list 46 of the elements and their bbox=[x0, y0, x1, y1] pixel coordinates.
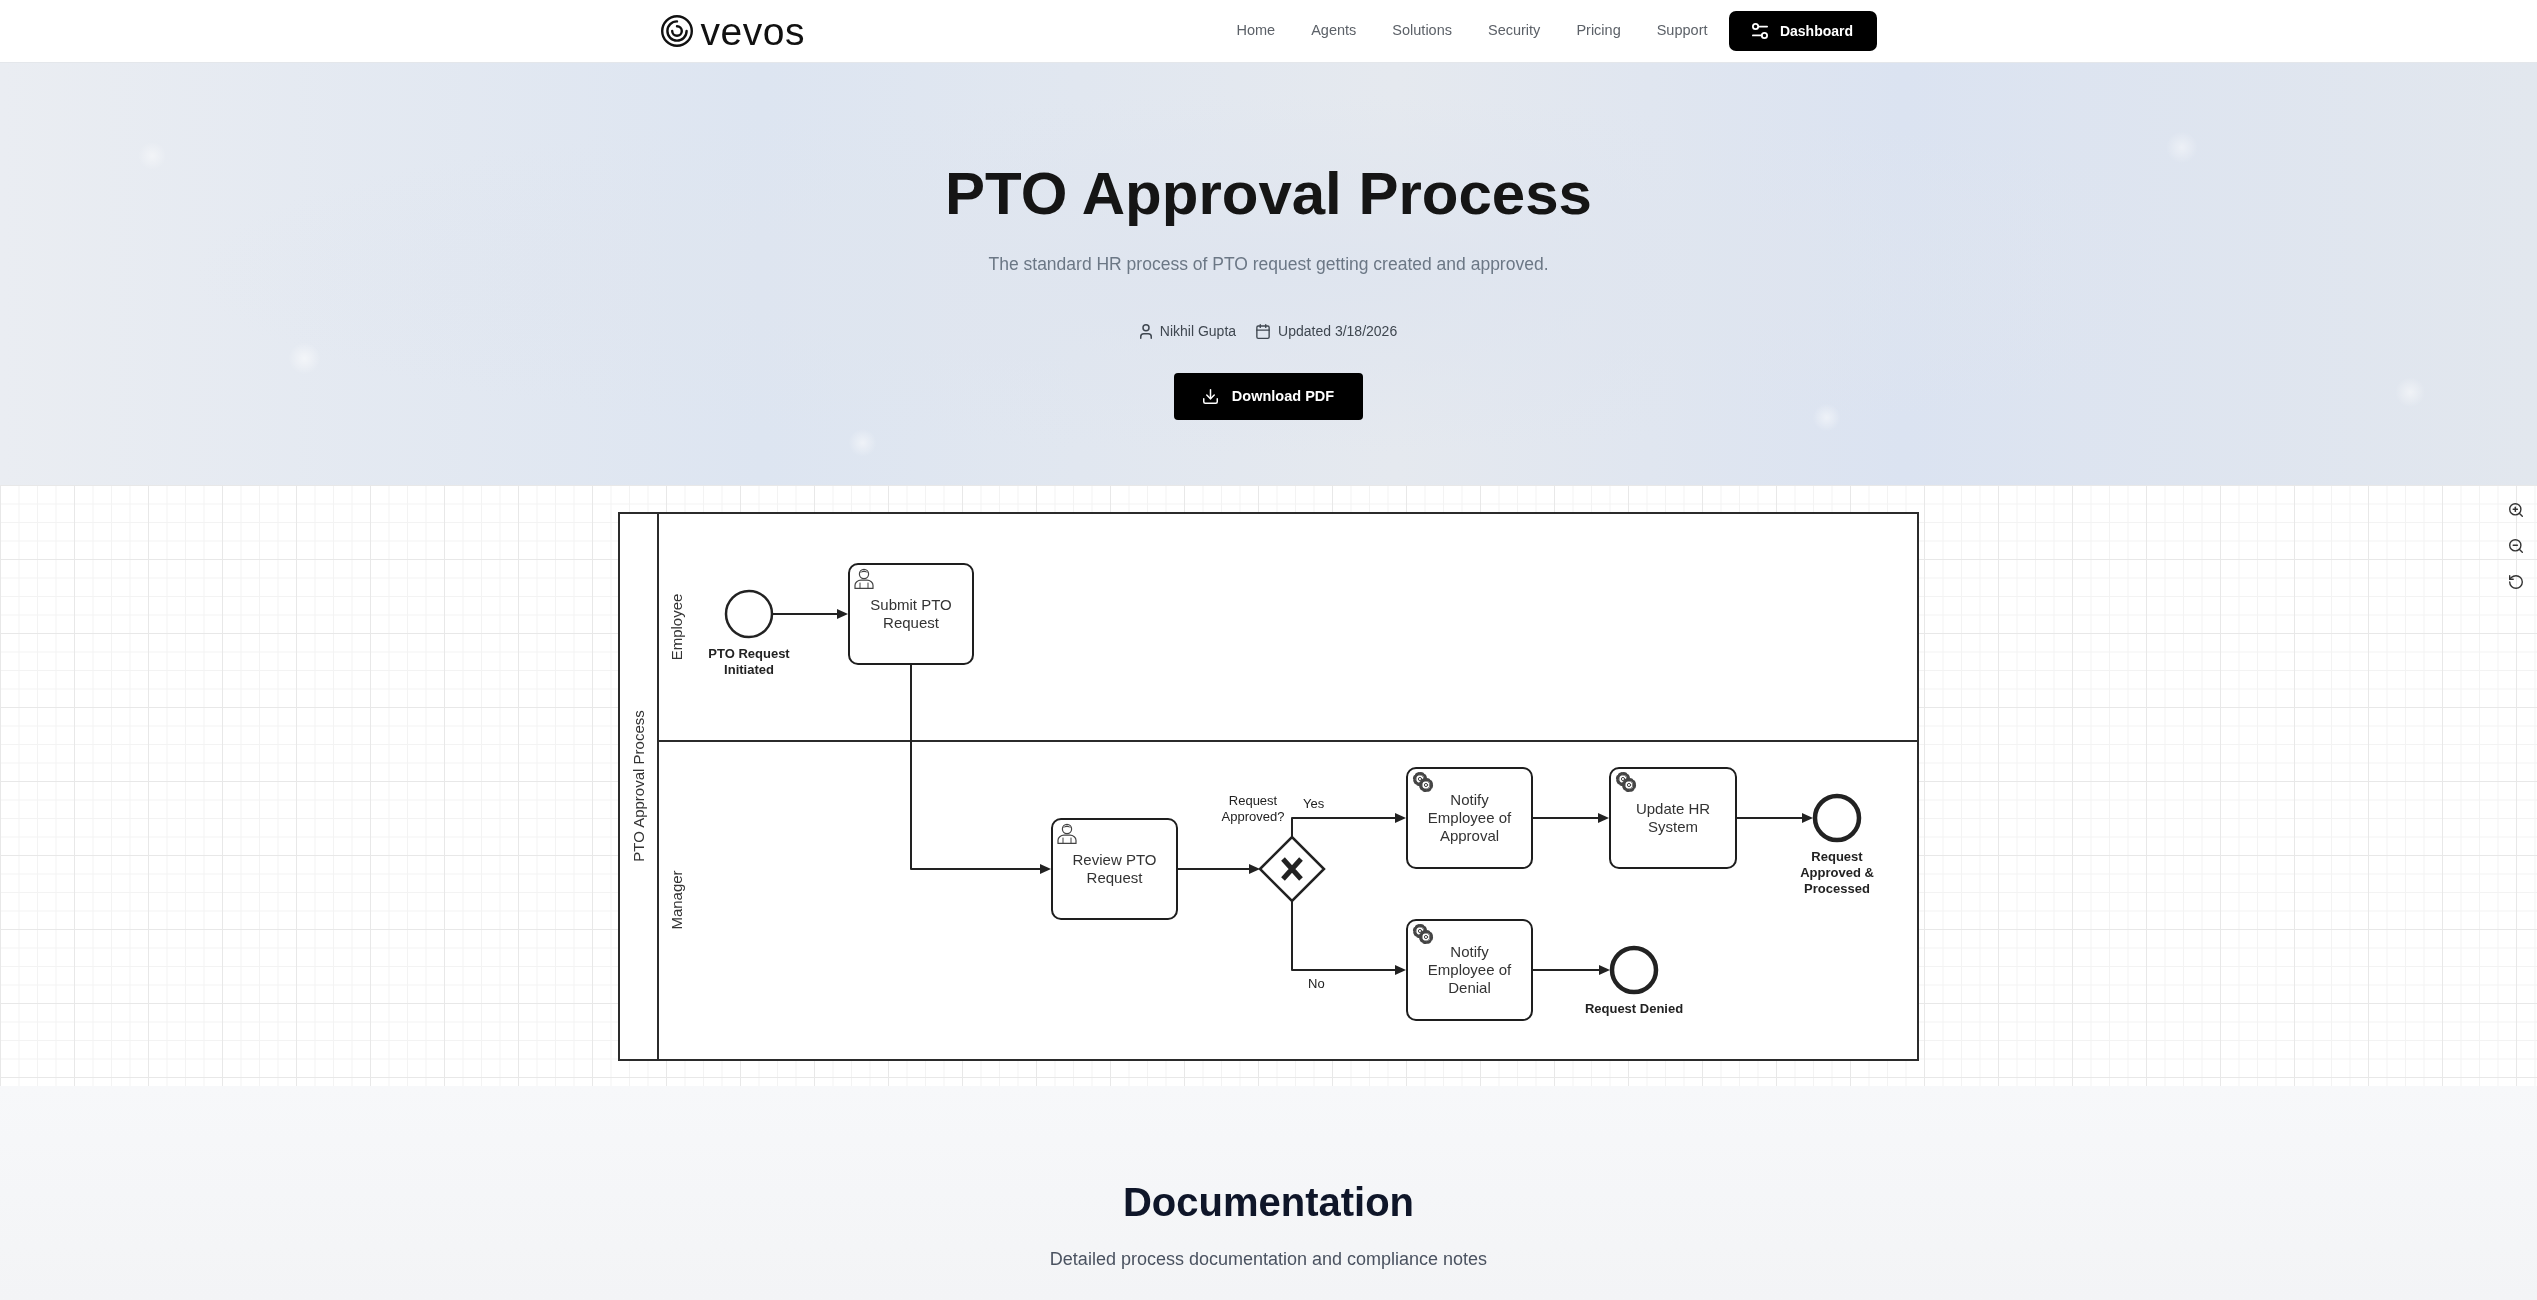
section-subtitle: Detailed process documentation and compliance notes bbox=[1048, 1248, 1489, 1271]
updated-date: Updated 3/18/2026 bbox=[1278, 322, 1398, 341]
event-label: Request Approved & Processed bbox=[1799, 849, 1875, 897]
user-icon bbox=[854, 567, 874, 589]
task-label: Review PTO Request bbox=[1071, 851, 1158, 887]
download-icon bbox=[1202, 389, 1218, 404]
nav-link[interactable]: Security bbox=[1470, 20, 1559, 42]
person-icon bbox=[1139, 324, 1152, 339]
logo-link[interactable]: vevos bbox=[660, 11, 805, 51]
sliders-icon bbox=[1751, 23, 1768, 39]
page-title: PTO Approval Process bbox=[944, 159, 1593, 229]
user-icon bbox=[1057, 822, 1077, 844]
download-pdf-button[interactable]: Download PDF bbox=[1174, 373, 1363, 420]
nav-link[interactable]: Agents bbox=[1293, 20, 1375, 42]
section-title: Documentation bbox=[1121, 1179, 1416, 1226]
end-event bbox=[1812, 793, 1862, 843]
branch-label: No bbox=[1308, 976, 1325, 992]
task-label: Notify Employee of Denial bbox=[1426, 943, 1513, 997]
pool-label: PTO Approval Process bbox=[629, 710, 647, 862]
zoom-in-icon bbox=[2509, 503, 2523, 517]
lane-label: Employee bbox=[667, 593, 685, 661]
lane-label: Manager bbox=[667, 870, 685, 930]
end-event bbox=[1609, 945, 1659, 995]
gateway-diamond bbox=[1258, 835, 1326, 903]
gears-icon bbox=[1615, 771, 1637, 793]
circular-arrow-icon bbox=[2509, 575, 2523, 589]
branch-label: Yes bbox=[1303, 796, 1325, 812]
nav-link[interactable]: Support bbox=[1638, 20, 1726, 42]
page-subtitle: The standard HR process of PTO request getting created and approved. bbox=[987, 253, 1550, 276]
event-label: Request Denied bbox=[1584, 1001, 1684, 1017]
start-event bbox=[724, 589, 774, 639]
task-label: Notify Employee of Approval bbox=[1426, 791, 1513, 845]
event-label: PTO Request Initiated bbox=[707, 646, 791, 678]
gateway-label: Request Approved? bbox=[1220, 793, 1286, 825]
nav-link[interactable]: Pricing bbox=[1558, 20, 1639, 42]
dashboard-button[interactable]: Dashboard bbox=[1728, 11, 1877, 51]
logo-icon bbox=[660, 15, 693, 47]
calendar-icon bbox=[1256, 324, 1271, 339]
nav-link[interactable]: Solutions bbox=[1374, 20, 1470, 42]
gears-icon bbox=[1412, 923, 1434, 945]
gears-icon bbox=[1412, 771, 1434, 793]
task-label: Submit PTO Request bbox=[869, 596, 953, 632]
author-name: Nikhil Gupta bbox=[1159, 322, 1237, 341]
zoom-out-icon bbox=[2509, 539, 2523, 553]
task-label: Update HR System bbox=[1634, 800, 1712, 836]
nav-link[interactable]: Home bbox=[1218, 20, 1294, 42]
